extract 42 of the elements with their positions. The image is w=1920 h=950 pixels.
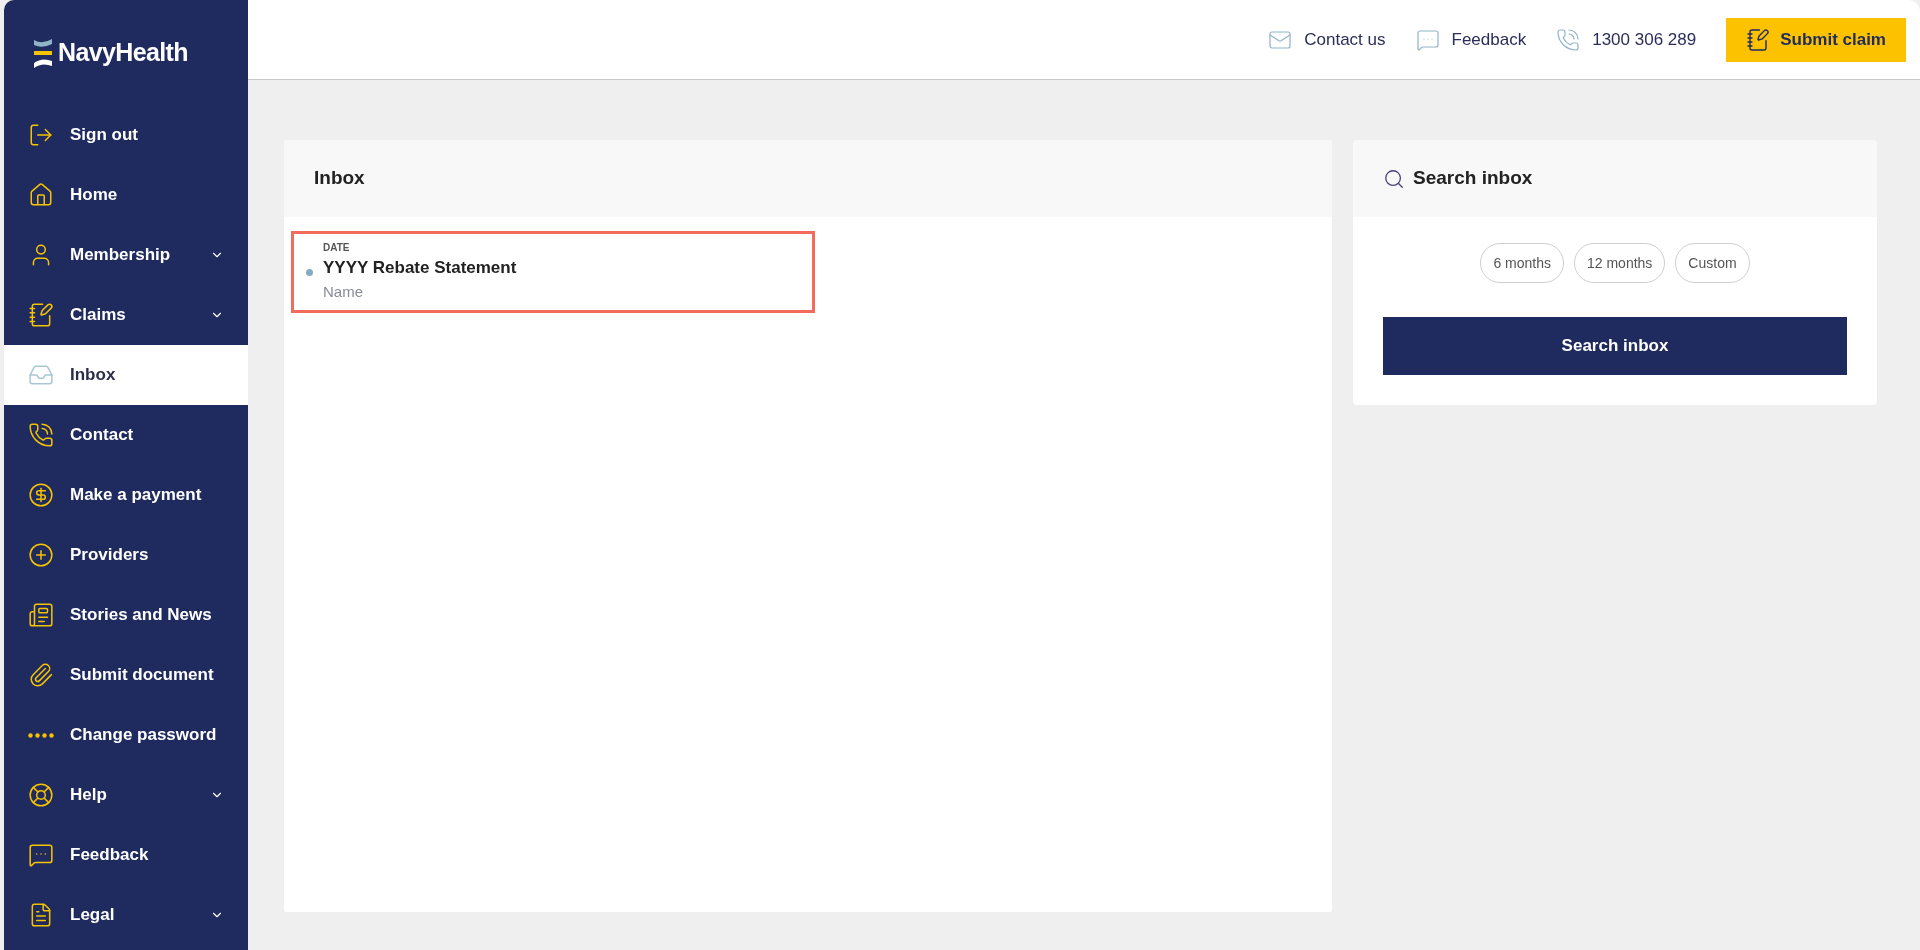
sidebar-item[interactable]: Feedback	[4, 825, 248, 885]
document-pen-icon	[28, 302, 54, 328]
newspaper-icon	[28, 602, 54, 628]
search-icon	[1383, 167, 1405, 190]
sidebar-item[interactable]: Stories and News	[4, 585, 248, 645]
document-pen-icon	[1746, 27, 1771, 52]
sidebar-item[interactable]: Sign out	[4, 105, 248, 165]
plus-circle-icon	[28, 542, 54, 568]
logo-icon	[32, 36, 54, 69]
header-link[interactable]: Contact us	[1268, 26, 1386, 53]
message-item[interactable]: DATE YYYY Rebate Statement Name	[291, 231, 815, 313]
speech-bubble-icon	[28, 842, 54, 868]
sidebar-item[interactable]: Help	[4, 765, 248, 825]
sidebar-item[interactable]: Change password	[4, 705, 248, 765]
lifebuoy-icon	[28, 782, 54, 808]
speech-bubble-icon	[1415, 27, 1440, 52]
sign-out-icon	[28, 122, 54, 148]
header-link[interactable]: Feedback	[1415, 26, 1527, 53]
sidebar-item[interactable]: Legal	[4, 885, 248, 945]
paperclip-icon	[28, 662, 54, 688]
phone-icon	[1556, 27, 1581, 52]
message-date: DATE	[323, 241, 351, 255]
header-link[interactable]: 1300 306 289	[1556, 26, 1697, 53]
sidebar-item[interactable]: Claims	[4, 285, 248, 345]
message-sender: Name	[323, 282, 364, 302]
sidebar-item[interactable]: Inbox	[4, 345, 248, 405]
logo-text: NavyHealth	[58, 36, 188, 68]
dollar-coin-icon	[28, 482, 54, 508]
phone-icon	[28, 422, 54, 448]
sidebar-item[interactable]: Make a payment	[4, 465, 248, 525]
sidebar-item[interactable]: Contact	[4, 405, 248, 465]
message-title: YYYY Rebate Statement	[323, 257, 517, 279]
card-title: Search inbox	[1413, 166, 1533, 191]
dots-icon	[28, 732, 54, 738]
submit-claim-button[interactable]: Submit claim	[1726, 17, 1906, 62]
home-icon	[28, 182, 54, 208]
sidebar-item[interactable]: Home	[4, 165, 248, 225]
sidebar-item[interactable]: Submit document	[4, 645, 248, 705]
sidebar-item[interactable]: Membership	[4, 225, 248, 285]
sidebar-item[interactable]: Providers	[4, 525, 248, 585]
search-inbox-button[interactable]: Search inbox	[1383, 317, 1847, 375]
card-title: Inbox	[314, 166, 365, 191]
